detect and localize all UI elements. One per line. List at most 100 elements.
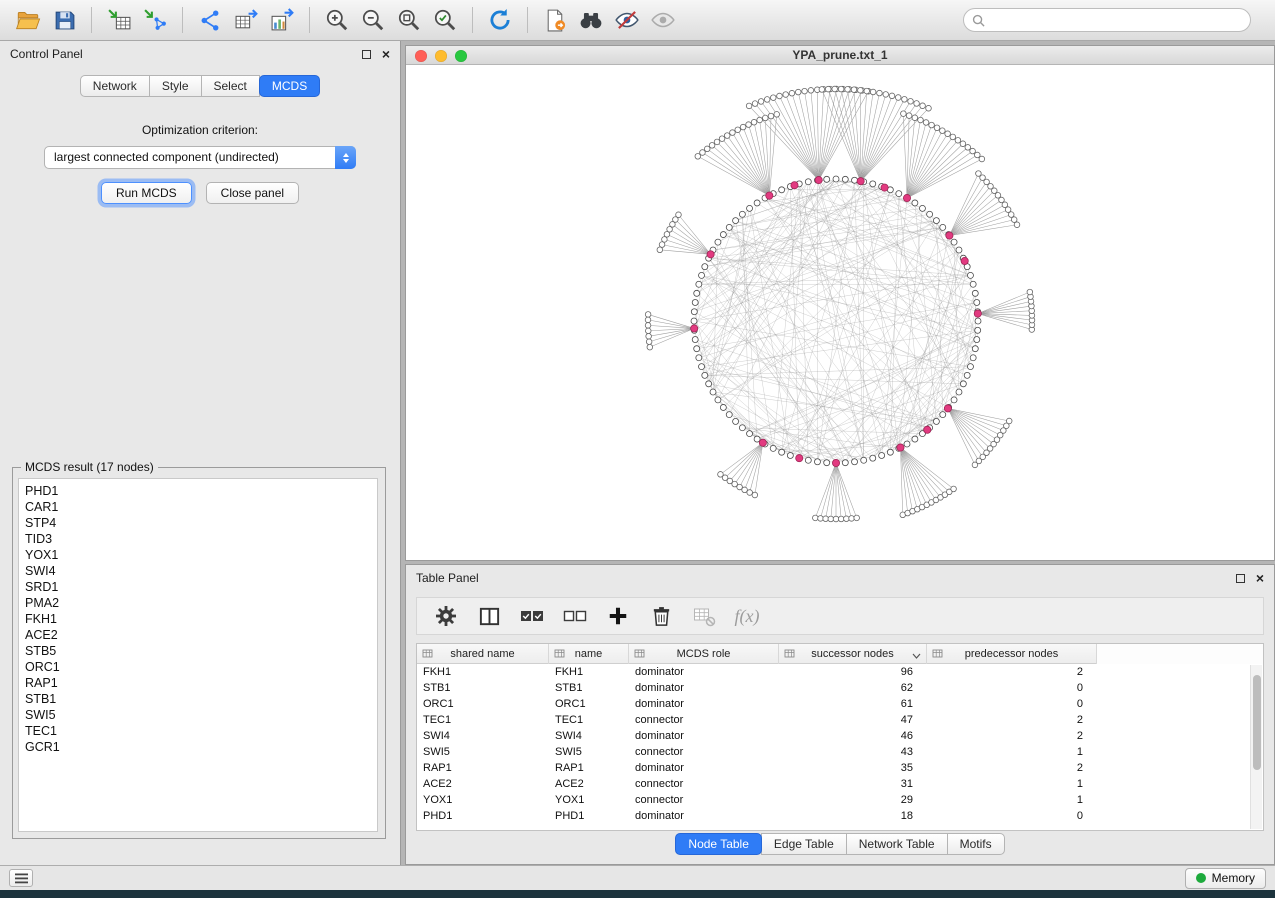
- cell-name: YOX1: [549, 792, 629, 808]
- zoom-fit-button[interactable]: [391, 3, 427, 37]
- result-item[interactable]: RAP1: [25, 675, 375, 691]
- tab-style[interactable]: Style: [149, 75, 202, 97]
- result-item[interactable]: SWI4: [25, 563, 375, 579]
- criterion-dropdown[interactable]: largest connected component (undirected): [44, 146, 356, 169]
- save-icon: [52, 8, 77, 33]
- cell-successor-nodes: 96: [779, 664, 927, 680]
- result-item[interactable]: STP4: [25, 515, 375, 531]
- minimize-window-button[interactable]: [435, 50, 447, 62]
- network-canvas[interactable]: [406, 66, 1274, 560]
- close-panel-button[interactable]: Close panel: [206, 182, 299, 204]
- import-table-button[interactable]: [101, 3, 137, 37]
- column-header-predecessor-nodes[interactable]: predecessor nodes: [927, 644, 1097, 664]
- table-scrollbar[interactable]: [1250, 665, 1262, 829]
- table-row[interactable]: RAP1RAP1dominator352: [417, 760, 1263, 776]
- tab-node-table[interactable]: Node Table: [675, 833, 762, 855]
- cell-name: RAP1: [549, 760, 629, 776]
- find-button[interactable]: [573, 3, 609, 37]
- result-item[interactable]: CAR1: [25, 499, 375, 515]
- scrollbar-thumb[interactable]: [1253, 675, 1261, 770]
- open-session-button[interactable]: [10, 3, 46, 37]
- cell-successor-nodes: 35: [779, 760, 927, 776]
- zoom-out-button[interactable]: [355, 3, 391, 37]
- result-item[interactable]: TEC1: [25, 723, 375, 739]
- column-header-MCDS-role[interactable]: MCDS role: [629, 644, 779, 664]
- task-menu-button[interactable]: [9, 869, 33, 887]
- add-column-button[interactable]: [605, 603, 631, 629]
- delete-table-button[interactable]: [691, 603, 717, 629]
- result-item[interactable]: TID3: [25, 531, 375, 547]
- refresh-layout-button[interactable]: [482, 3, 518, 37]
- cell-predecessor-nodes: 2: [927, 664, 1097, 680]
- network-graph[interactable]: [406, 66, 1274, 561]
- close-panel-icon[interactable]: ×: [1256, 573, 1264, 583]
- search-input[interactable]: [990, 13, 1242, 27]
- result-item[interactable]: ORC1: [25, 659, 375, 675]
- result-item[interactable]: FKH1: [25, 611, 375, 627]
- save-session-button[interactable]: [46, 3, 82, 37]
- tab-network[interactable]: Network: [80, 75, 150, 97]
- import-network-button[interactable]: [137, 3, 173, 37]
- result-item[interactable]: PMA2: [25, 595, 375, 611]
- table-row[interactable]: STB1STB1dominator620: [417, 680, 1263, 696]
- float-panel-icon[interactable]: [1236, 574, 1245, 583]
- table-row[interactable]: YOX1YOX1connector291: [417, 792, 1263, 808]
- delete-column-button[interactable]: [648, 603, 674, 629]
- run-mcds-button[interactable]: Run MCDS: [101, 182, 192, 204]
- close-window-button[interactable]: [415, 50, 427, 62]
- share-document-button[interactable]: [537, 3, 573, 37]
- network-window-title: YPA_prune.txt_1: [792, 48, 887, 62]
- result-item[interactable]: STB5: [25, 643, 375, 659]
- export-network-button[interactable]: [192, 3, 228, 37]
- export-table-button[interactable]: [228, 3, 264, 37]
- column-header-successor-nodes[interactable]: successor nodes: [779, 644, 927, 664]
- table-row[interactable]: FKH1FKH1dominator962: [417, 664, 1263, 680]
- table-row[interactable]: ORC1ORC1dominator610: [417, 696, 1263, 712]
- result-item[interactable]: SRD1: [25, 579, 375, 595]
- column-header-name[interactable]: name: [549, 644, 629, 664]
- cell-predecessor-nodes: 2: [927, 712, 1097, 728]
- network-window-titlebar[interactable]: YPA_prune.txt_1: [406, 46, 1274, 65]
- select-all-button[interactable]: [519, 603, 545, 629]
- table-row[interactable]: ACE2ACE2connector311: [417, 776, 1263, 792]
- result-item[interactable]: GCR1: [25, 739, 375, 755]
- hide-selected-button[interactable]: [609, 3, 645, 37]
- table-panel-titlebar: Table Panel ×: [406, 565, 1274, 591]
- table-row[interactable]: PHD1PHD1dominator180: [417, 808, 1263, 824]
- table-row[interactable]: SWI4SWI4dominator462: [417, 728, 1263, 744]
- cell-successor-nodes: 31: [779, 776, 927, 792]
- gear-icon: [434, 604, 458, 628]
- cell-shared-name: ORC1: [417, 696, 549, 712]
- tab-motifs[interactable]: Motifs: [947, 833, 1005, 855]
- show-all-button[interactable]: [645, 3, 681, 37]
- split-panel-button[interactable]: [476, 603, 502, 629]
- tab-select[interactable]: Select: [201, 75, 260, 97]
- tab-mcds[interactable]: MCDS: [259, 75, 320, 97]
- table-settings-button[interactable]: [433, 603, 459, 629]
- search-field[interactable]: [963, 8, 1251, 32]
- share-network-icon: [198, 8, 223, 33]
- table-tabs: Node TableEdge TableNetwork TableMotifs: [406, 833, 1274, 855]
- result-item[interactable]: ACE2: [25, 627, 375, 643]
- table-row[interactable]: TEC1TEC1connector472: [417, 712, 1263, 728]
- tab-network-table[interactable]: Network Table: [846, 833, 948, 855]
- cell-shared-name: STB1: [417, 680, 549, 696]
- deselect-all-button[interactable]: [562, 603, 588, 629]
- mcds-result-list[interactable]: PHD1CAR1STP4TID3YOX1SWI4SRD1PMA2FKH1ACE2…: [18, 478, 378, 832]
- result-item[interactable]: STB1: [25, 691, 375, 707]
- result-item[interactable]: YOX1: [25, 547, 375, 563]
- maximize-window-button[interactable]: [455, 50, 467, 62]
- right-area: YPA_prune.txt_1 Table Panel ×: [402, 41, 1275, 865]
- memory-button[interactable]: Memory: [1185, 868, 1266, 889]
- function-builder-button[interactable]: f(x): [734, 603, 760, 629]
- close-panel-icon[interactable]: ×: [382, 49, 390, 59]
- zoom-selected-button[interactable]: [427, 3, 463, 37]
- zoom-in-button[interactable]: [319, 3, 355, 37]
- table-row[interactable]: SWI5SWI5connector431: [417, 744, 1263, 760]
- column-header-shared-name[interactable]: shared name: [417, 644, 549, 664]
- export-image-button[interactable]: [264, 3, 300, 37]
- result-item[interactable]: PHD1: [25, 483, 375, 499]
- tab-edge-table[interactable]: Edge Table: [761, 833, 847, 855]
- result-item[interactable]: SWI5: [25, 707, 375, 723]
- float-panel-icon[interactable]: [362, 50, 371, 59]
